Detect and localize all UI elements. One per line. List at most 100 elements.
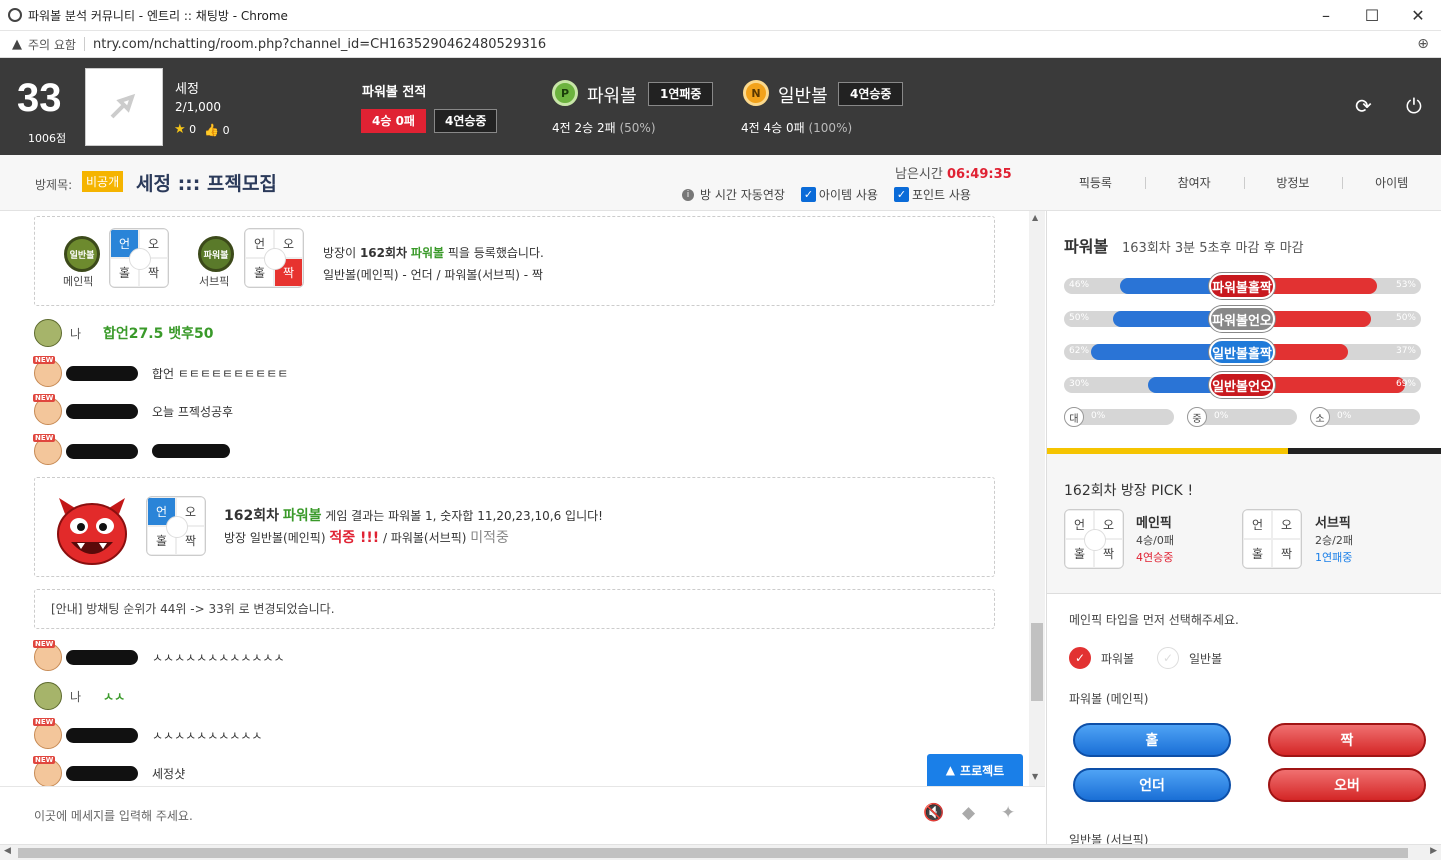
star-count: 0 bbox=[189, 123, 197, 136]
over-button[interactable]: 오버 bbox=[1268, 768, 1426, 802]
powerball-streak-badge: 1연패중 bbox=[648, 82, 714, 106]
eraser-icon[interactable]: ◆ bbox=[962, 803, 975, 823]
new-badge: NEW bbox=[33, 718, 56, 726]
refresh-icon[interactable]: ⟳ bbox=[1355, 94, 1372, 118]
scroll-right-icon[interactable]: ▶ bbox=[1430, 846, 1437, 856]
bar-left-pct: 46% bbox=[1069, 280, 1090, 290]
horizontal-scrollbar[interactable]: ◀ ▶ bbox=[0, 844, 1441, 860]
bar-right-pct: 37% bbox=[1395, 346, 1416, 356]
chat-message: NEW 오늘 프젝성공후 bbox=[33, 394, 234, 425]
mute-icon[interactable]: 🔇 bbox=[923, 803, 944, 823]
bar-label: 일반볼언오 bbox=[1209, 372, 1275, 398]
grid-under: 언 bbox=[1243, 510, 1272, 539]
owner-pick-title: 162회차 방장 PICK ! bbox=[1064, 480, 1193, 500]
right-tabs: 픽등록 참여자 방정보 아이템 bbox=[1046, 155, 1441, 211]
sub-pick-grid: 언 오 홀 짝 bbox=[244, 228, 304, 288]
chat-message: NEW 세정샷 bbox=[33, 756, 185, 786]
remaining-time-value: 06:49:35 bbox=[946, 167, 1012, 182]
bet-main-label: 파워볼 (메인픽) bbox=[1069, 692, 1149, 706]
private-badge: 비공개 bbox=[82, 171, 124, 192]
use-point-checkbox[interactable]: ✓ bbox=[893, 187, 909, 202]
remaining-time-label: 남은시간 bbox=[895, 167, 943, 182]
my-nick[interactable]: 나 bbox=[70, 688, 81, 705]
chat-message: NEW 합언 ㅌㅌㅌㅌㅌㅌㅌㅌㅌㅌ bbox=[33, 356, 288, 387]
tab-items[interactable]: 아이템 bbox=[1342, 155, 1441, 211]
redacted-nick[interactable] bbox=[66, 765, 138, 781]
chat-area[interactable]: 일반볼 메인픽 언 오 홀 짝 파워볼 서브픽 언 오 홀 짝 방장이 162회… bbox=[0, 211, 1045, 786]
user-avatar: NEW bbox=[33, 394, 62, 425]
thumbs-up-icon: 👍 bbox=[204, 122, 220, 137]
redacted-nick[interactable] bbox=[66, 365, 138, 381]
new-badge: NEW bbox=[33, 394, 56, 402]
tab-room-info[interactable]: 방정보 bbox=[1243, 155, 1343, 211]
tab-pick-register[interactable]: 픽등록 bbox=[1046, 155, 1145, 211]
new-badge: NEW bbox=[33, 434, 56, 442]
horizontal-scroll-thumb[interactable] bbox=[18, 848, 1408, 858]
sub-pick-name: 서브픽 bbox=[1315, 516, 1351, 531]
power-icon[interactable]: ⏻ bbox=[1406, 94, 1422, 118]
chat-message: NEW ㅅㅅㅅㅅㅅㅅㅅㅅㅅㅅㅅㅅ bbox=[33, 640, 284, 671]
url-text[interactable]: ntry.com/nchatting/room.php?channel_id=C… bbox=[93, 37, 546, 52]
radio-powerball-label[interactable]: 파워볼 bbox=[1101, 650, 1134, 667]
redacted-nick[interactable] bbox=[66, 727, 138, 743]
minimize-icon[interactable]: – bbox=[1303, 0, 1349, 31]
user-avatar: NEW bbox=[33, 640, 62, 671]
window-titlebar: 파워볼 분석 커뮤니티 - 엔트리 :: 채팅방 - Chrome – ☐ ✕ bbox=[0, 0, 1441, 31]
powerball-coin-icon: P bbox=[552, 80, 578, 106]
use-point-label[interactable]: 포인트 사용 bbox=[912, 186, 971, 203]
scroll-left-icon[interactable]: ◀ bbox=[4, 846, 11, 856]
rank-notice: [안내] 방채팅 순위가 44위 -> 33위 로 변경되었습니다. bbox=[34, 589, 995, 629]
close-icon[interactable]: ✕ bbox=[1395, 0, 1441, 31]
address-bar[interactable]: ▲ 주의 요함 ntry.com/nchatting/room.php?chan… bbox=[0, 31, 1441, 58]
scroll-up-icon[interactable]: ▲ bbox=[1032, 213, 1038, 222]
user-avatar: NEW bbox=[33, 718, 62, 749]
main-pick-caption: 메인픽 bbox=[63, 275, 94, 288]
size-small-bar: 소 0% bbox=[1310, 407, 1420, 427]
bar-right-pct: 50% bbox=[1395, 313, 1416, 323]
use-item-label[interactable]: 아이템 사용 bbox=[819, 186, 878, 203]
user-avatar: NEW bbox=[33, 756, 62, 786]
even-button[interactable]: 짝 bbox=[1268, 723, 1426, 757]
zoom-icon[interactable]: ⊕ bbox=[1417, 36, 1429, 52]
main-pick-streak: 4연승중 bbox=[1136, 551, 1174, 564]
redacted-nick[interactable] bbox=[66, 403, 138, 419]
new-badge: NEW bbox=[33, 356, 56, 364]
chat-input[interactable] bbox=[34, 803, 894, 829]
size-large-bar: 대 0% bbox=[1064, 407, 1174, 427]
main-pick-record: 4승/0패 bbox=[1136, 534, 1174, 547]
check-icon[interactable]: ✓ bbox=[1157, 647, 1179, 669]
user-level: 33 bbox=[17, 76, 62, 120]
radio-powerball[interactable]: ✓ 파워볼 bbox=[1069, 647, 1134, 669]
message-text: 오늘 프젝성공후 bbox=[152, 404, 234, 419]
message-text: 합언27.5 뱃후50 bbox=[103, 326, 214, 342]
bar-label: 파워볼언오 bbox=[1209, 306, 1275, 332]
redacted-nick[interactable] bbox=[66, 649, 138, 665]
scroll-down-icon[interactable]: ▼ bbox=[1032, 772, 1038, 781]
bar-powerball-oddeven: 46% 53% 파워볼홀짝 bbox=[1064, 273, 1421, 299]
warning-icon[interactable]: ▲ bbox=[12, 37, 22, 52]
my-nick[interactable]: 나 bbox=[70, 325, 81, 342]
new-badge: NEW bbox=[33, 640, 56, 648]
maximize-icon[interactable]: ☐ bbox=[1349, 0, 1395, 31]
magic-wand-icon[interactable]: ✦ bbox=[1001, 803, 1015, 823]
scroll-thumb[interactable] bbox=[1031, 623, 1043, 701]
chat-scrollbar[interactable]: ▲ ▼ bbox=[1029, 211, 1045, 786]
powerball-summary: 4전 2승 2패 (50%) bbox=[552, 119, 656, 136]
use-item-checkbox[interactable]: ✓ bbox=[800, 187, 816, 202]
project-button[interactable]: ▲ 프로젝트 bbox=[927, 754, 1023, 786]
bar-normalball-underover: 30% 69% 일반볼언오 bbox=[1064, 372, 1421, 398]
user-avatar: NEW bbox=[33, 356, 62, 387]
tab-participants[interactable]: 참여자 bbox=[1144, 155, 1244, 211]
pick-registered-card: 일반볼 메인픽 언 오 홀 짝 파워볼 서브픽 언 오 홀 짝 방장이 162회… bbox=[34, 216, 995, 306]
sub-pick-record: 2승/2패 bbox=[1315, 534, 1353, 547]
security-warning[interactable]: 주의 요함 bbox=[28, 36, 76, 53]
odd-button[interactable]: 홀 bbox=[1073, 723, 1231, 757]
normalball-streak-badge: 4연승중 bbox=[838, 82, 904, 106]
chat-message: NEW bbox=[33, 434, 230, 465]
under-button[interactable]: 언더 bbox=[1073, 768, 1231, 802]
redacted-nick[interactable] bbox=[66, 443, 138, 459]
radio-normalball-label[interactable]: 일반볼 bbox=[1189, 650, 1222, 667]
radio-normalball[interactable]: ✓ 일반볼 bbox=[1157, 647, 1222, 669]
size-small-pct: 0% bbox=[1337, 411, 1352, 421]
check-icon[interactable]: ✓ bbox=[1069, 647, 1091, 669]
